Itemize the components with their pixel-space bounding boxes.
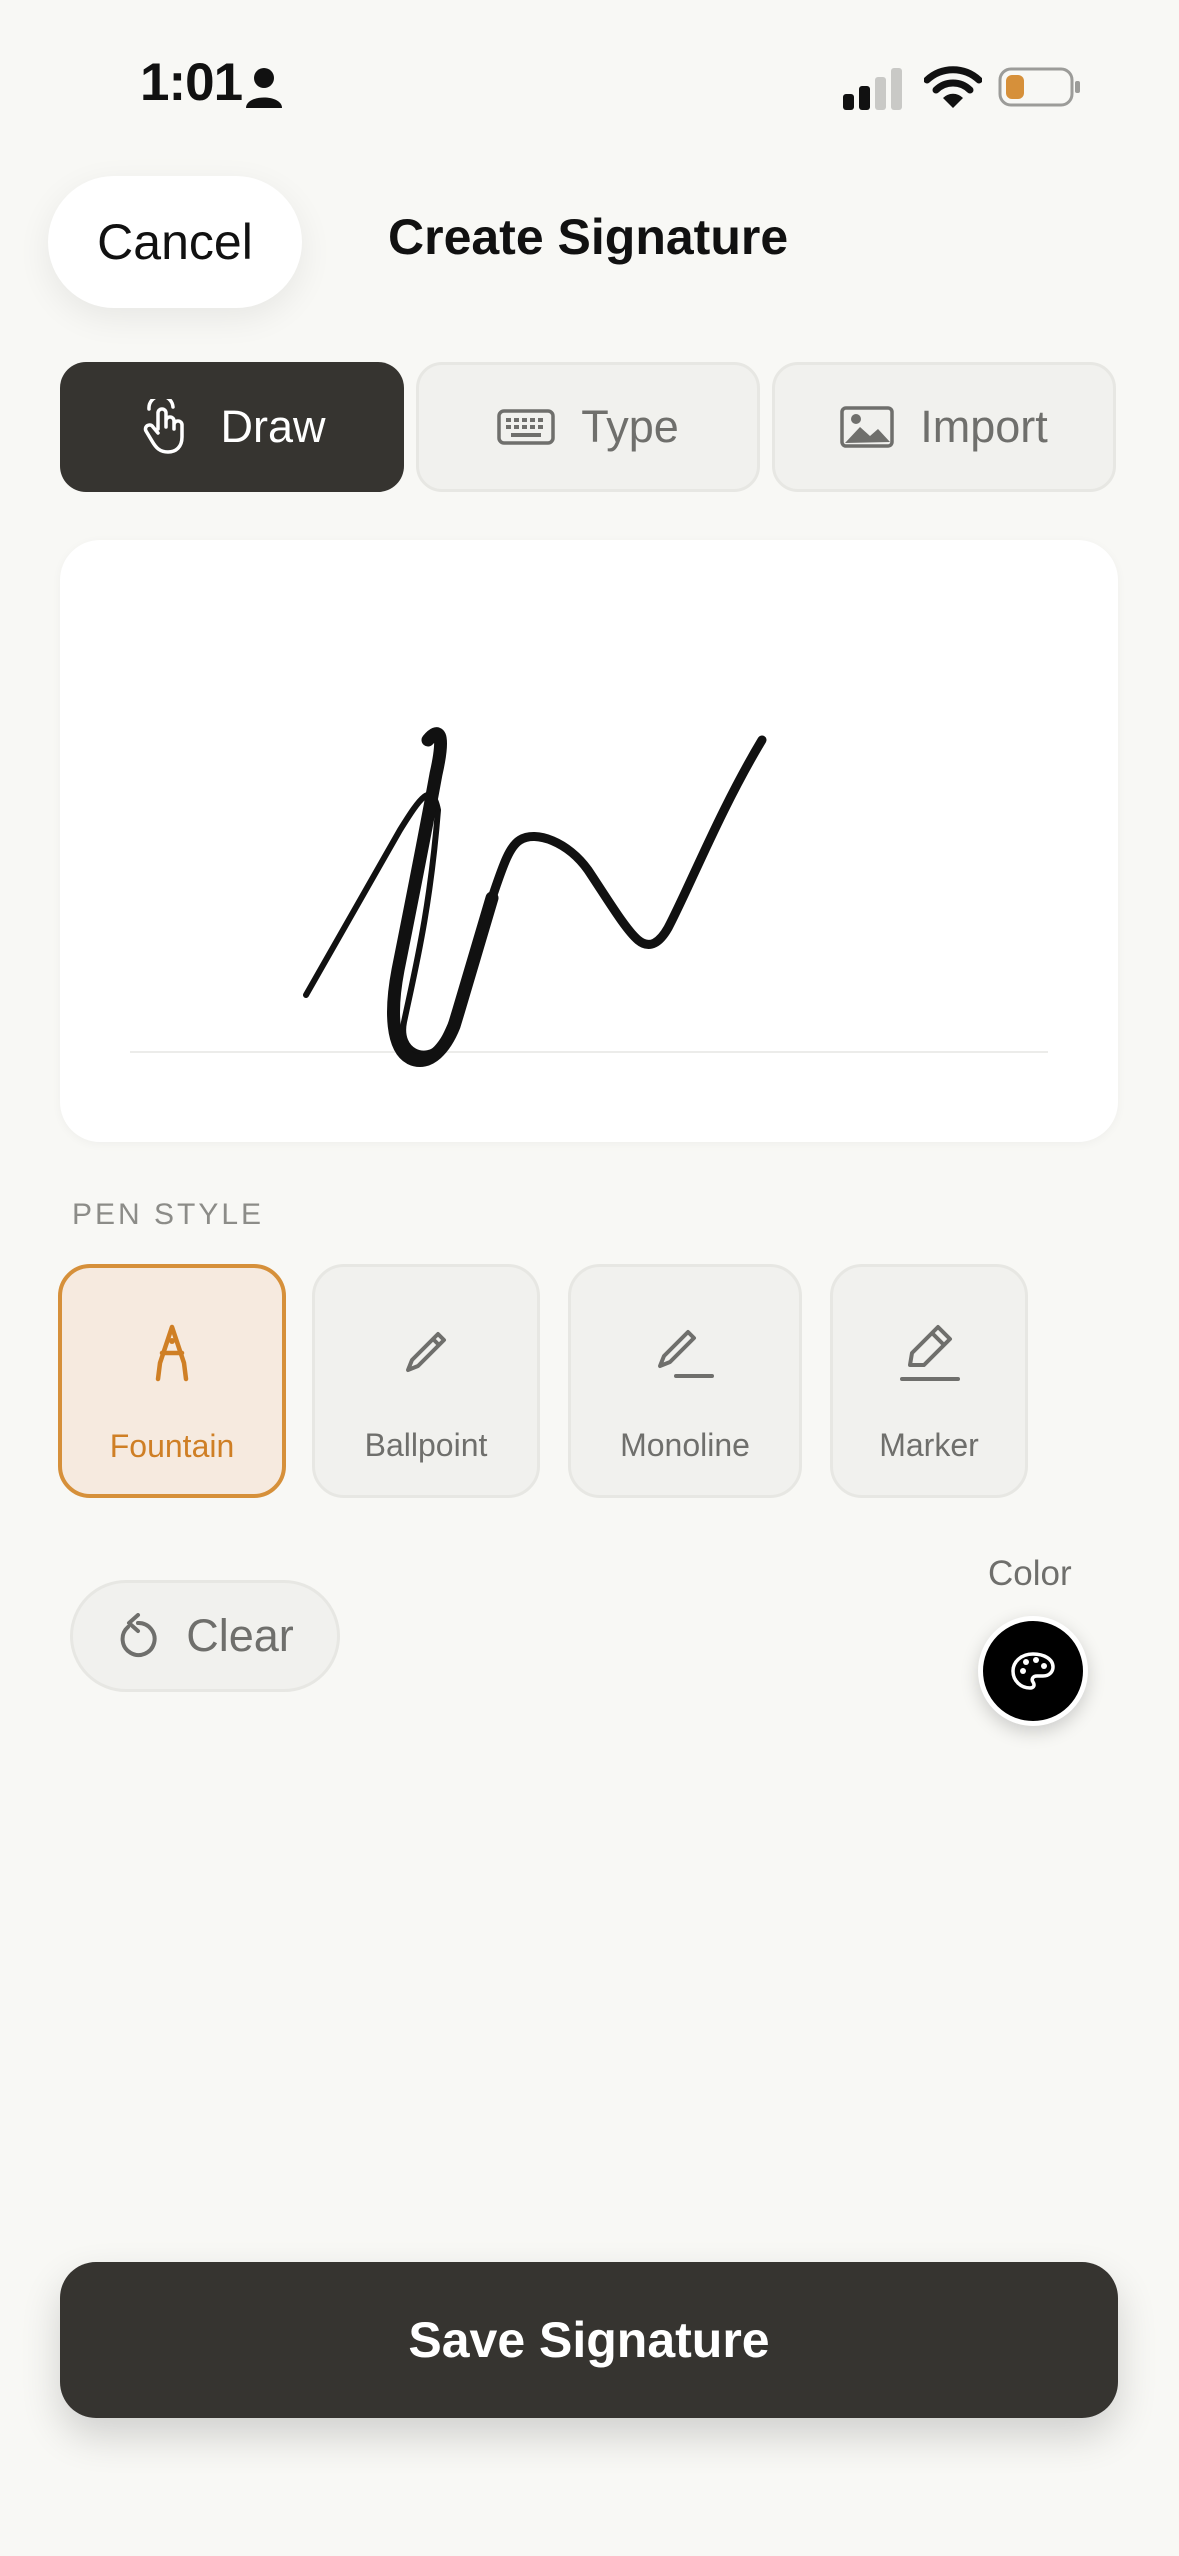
clear-label: Clear	[186, 1610, 294, 1661]
signature-stroke	[303, 727, 767, 1067]
tab-draw[interactable]: Draw	[60, 362, 404, 492]
tab-import-label: Import	[920, 401, 1048, 452]
pen-option-ballpoint[interactable]: Ballpoint	[312, 1264, 540, 1498]
keyboard-icon	[497, 407, 555, 447]
tab-import[interactable]: Import	[772, 362, 1116, 492]
pen-option-label: Monoline	[620, 1427, 750, 1463]
save-signature-button[interactable]: Save Signature	[60, 2262, 1118, 2418]
tab-draw-label: Draw	[220, 401, 326, 452]
color-label: Color	[988, 1554, 1072, 1593]
cancel-button[interactable]: Cancel	[48, 176, 302, 308]
clear-button[interactable]: Clear	[70, 1580, 340, 1692]
pen-option-label: Fountain	[109, 1428, 235, 1464]
pen-option-marker[interactable]: Marker	[830, 1264, 1028, 1498]
battery-icon	[998, 67, 1080, 107]
undo-icon	[116, 1613, 160, 1659]
color-picker-button[interactable]	[978, 1616, 1088, 1726]
person-icon	[246, 68, 282, 108]
pen-option-monoline[interactable]: Monoline	[568, 1264, 802, 1498]
hand-draw-icon	[138, 399, 194, 455]
pen-option-label: Marker	[879, 1427, 979, 1463]
pencil-icon	[315, 1317, 537, 1387]
wifi-icon	[924, 66, 982, 108]
fountain-pen-icon	[62, 1318, 282, 1388]
pen-style-heading: PEN STYLE	[72, 1198, 265, 1231]
pen-option-label: Ballpoint	[364, 1427, 488, 1463]
cellular-signal-icon	[843, 68, 902, 110]
status-time: 1:01	[140, 53, 243, 112]
palette-icon	[1010, 1651, 1056, 1691]
tab-type[interactable]: Type	[416, 362, 760, 492]
page-title: Create Signature	[388, 209, 789, 265]
pen-option-fountain[interactable]: Fountain	[58, 1264, 286, 1498]
signature-canvas[interactable]	[60, 540, 1118, 1142]
image-icon	[840, 405, 894, 449]
monoline-pen-icon	[571, 1317, 799, 1387]
tab-type-label: Type	[581, 401, 679, 452]
marker-icon	[833, 1317, 1025, 1387]
